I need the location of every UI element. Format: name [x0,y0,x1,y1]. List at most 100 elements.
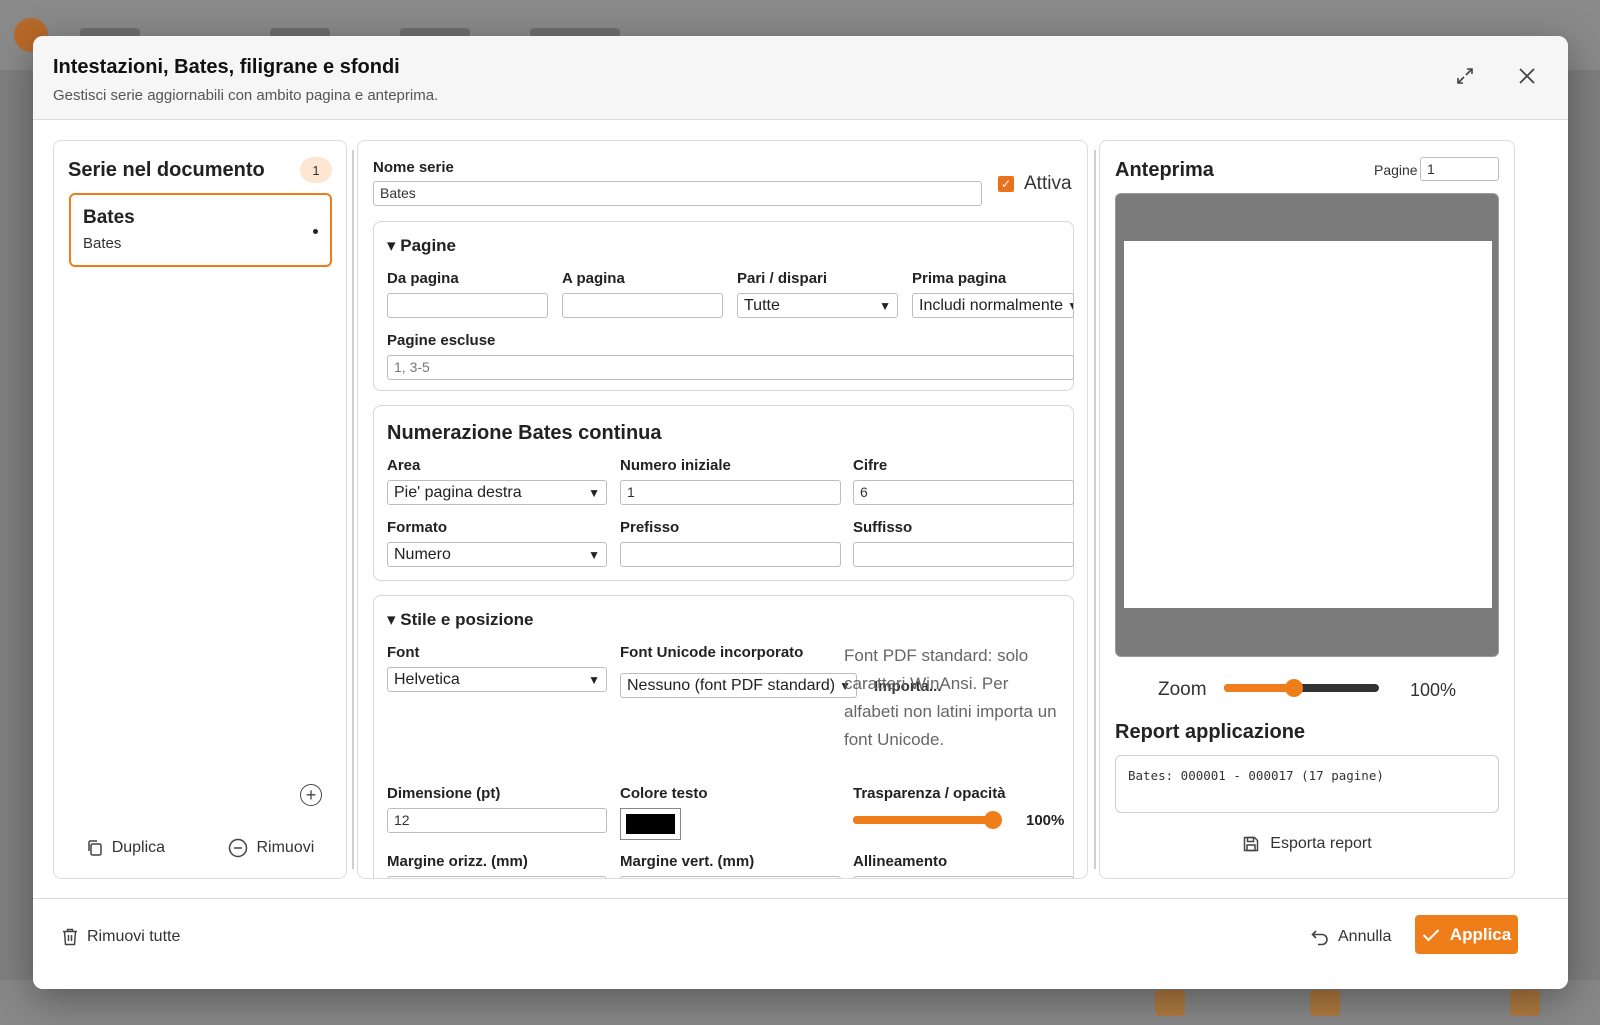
to-page-label: A pagina [562,270,625,287]
duplicate-label: Duplica [111,839,166,856]
opacity-label: Trasparenza / opacità [853,785,1006,802]
unicode-font-value: Nessuno (font PDF standard) [627,676,836,694]
cancel-label: Annulla [1338,928,1392,945]
active-toggle[interactable]: ✓ Attiva [998,173,1072,195]
first-page-select[interactable]: Includi normalmente▼ [912,293,1074,318]
excluded-pages-label: Pagine escluse [387,332,496,349]
series-count-badge: 1 [300,157,332,183]
zoom-slider[interactable] [1224,679,1379,697]
bates-heading: Numerazione Bates continua [387,422,662,444]
opacity-slider-thumb[interactable] [984,811,1002,829]
series-name-label: Nome serie [373,159,454,176]
font-select[interactable]: Helvetica ▼ [387,667,607,692]
series-name-input[interactable]: Bates [373,181,982,206]
opacity-slider[interactable] [853,811,1002,829]
cancel-button[interactable]: Annulla [1310,927,1391,947]
panel-resize-handle[interactable] [1094,150,1096,869]
chevron-down-icon: ▼ [588,672,600,687]
background-chip [1510,990,1540,1016]
font-value: Helvetica [394,670,460,688]
font-note: Font PDF standard: solo caratteri WinAns… [844,646,1057,749]
check-icon [1422,928,1440,941]
remove-button[interactable]: Rimuovi [228,838,314,858]
preview-pages-label: Pagine [1374,162,1418,178]
plus-circle-icon: + [305,785,317,805]
area-value: Pie' pagina destra [394,483,522,501]
panel-resize-handle[interactable] [352,150,354,869]
zoom-label: Zoom [1158,679,1207,700]
prefix-input[interactable] [620,542,841,567]
series-item-name: Bates [83,207,135,228]
text-color-label: Colore testo [620,785,708,802]
size-label: Dimensione (pt) [387,785,501,802]
duplicate-button[interactable]: Duplica [86,838,165,858]
report-title: Report applicazione [1115,721,1306,743]
series-list-title: Serie nel documento [68,159,265,181]
remove-label: Rimuovi [256,839,315,856]
active-label: Attiva [1024,173,1072,194]
remove-all-label: Rimuovi tutte [87,928,181,945]
save-icon [1244,836,1259,852]
preview-canvas[interactable] [1115,193,1499,657]
text-color-picker[interactable] [620,808,681,840]
start-number-input[interactable]: 1 [620,480,841,505]
chevron-down-icon: ▼ [588,547,600,562]
text-color-swatch [626,814,675,834]
first-page-value: Includi normalmente [919,296,1064,314]
unicode-font-select[interactable]: Nessuno (font PDF standard) ▼ [620,673,857,698]
parity-select[interactable]: Tutte ▼ [737,293,898,318]
series-editor-panel: Nome serie Bates ✓ Attiva ▾ Pagine Da pa… [357,140,1088,879]
copy-icon [87,840,102,856]
digits-input[interactable]: 6 [853,480,1074,505]
to-page-input[interactable] [562,293,723,318]
unicode-font-label: Font Unicode incorporato [620,644,804,661]
preview-page [1124,241,1492,608]
from-page-input[interactable] [387,293,548,318]
chevron-down-icon: ▼ [1067,299,1073,313]
start-number-label: Numero iniziale [620,457,731,474]
alignment-select[interactable] [853,876,1074,878]
area-label: Area [387,457,421,474]
series-list-panel: Serie nel documento 1 Bates Bates + Dupl… [53,140,347,879]
size-input[interactable]: 12 [387,808,607,833]
parity-label: Pari / dispari [737,270,828,287]
active-checkbox[interactable]: ✓ [998,176,1014,192]
dialog-footer: Rimuovi tutte Annulla Applica [33,898,1568,989]
margin-v-input[interactable] [620,876,841,878]
apply-button[interactable]: Applica [1415,915,1518,954]
suffix-input[interactable] [853,542,1074,567]
series-item-bates[interactable]: Bates Bates [69,193,332,267]
style-section-toggle[interactable]: ▾ Stile e posizione [387,610,533,630]
close-icon[interactable] [1513,62,1541,90]
expand-icon[interactable] [1451,62,1479,90]
margin-h-label: Margine orizz. (mm) [387,853,528,870]
excluded-pages-input[interactable]: 1, 3-5 [387,355,1074,380]
area-select[interactable]: Pie' pagina destra ▼ [387,480,607,505]
opacity-slider-fill [853,816,993,824]
style-section: ▾ Stile e posizione Font Helvetica ▼ Font… [373,595,1074,878]
first-page-label: Prima pagina [912,270,1007,287]
pages-section: ▾ Pagine Da pagina A pagina Pari / dispa… [373,221,1074,391]
alignment-label: Allineamento [853,853,948,870]
margin-h-input[interactable] [387,876,607,878]
add-series-button[interactable]: + [300,784,322,806]
undo-icon [1311,930,1328,946]
headers-bates-dialog: Intestazioni, Bates, filigrane e sfondi … [33,36,1568,989]
export-report-label: Esporta report [1270,835,1372,852]
series-item-dot [313,229,318,234]
format-select[interactable]: Numero ▼ [387,542,607,567]
suffix-label: Suffisso [853,519,913,536]
minus-circle-icon [229,838,248,858]
export-report-button[interactable]: Esporta report [1100,835,1514,853]
pages-section-toggle[interactable]: ▾ Pagine [387,236,456,256]
preview-page-input[interactable]: 1 [1420,157,1499,181]
zoom-slider-fill [1224,684,1294,692]
remove-all-button[interactable]: Rimuovi tutte [61,927,180,947]
preview-panel: Anteprima Pagine 1 Zoom 100% Report appl… [1099,140,1515,879]
zoom-slider-thumb[interactable] [1284,679,1303,697]
parity-value: Tutte [744,296,780,314]
style-heading: Stile e posizione [400,610,534,629]
dialog-subtitle: Gestisci serie aggiornabili con ambito p… [53,87,439,104]
digits-label: Cifre [853,457,888,474]
opacity-value: 100% [1026,812,1065,829]
